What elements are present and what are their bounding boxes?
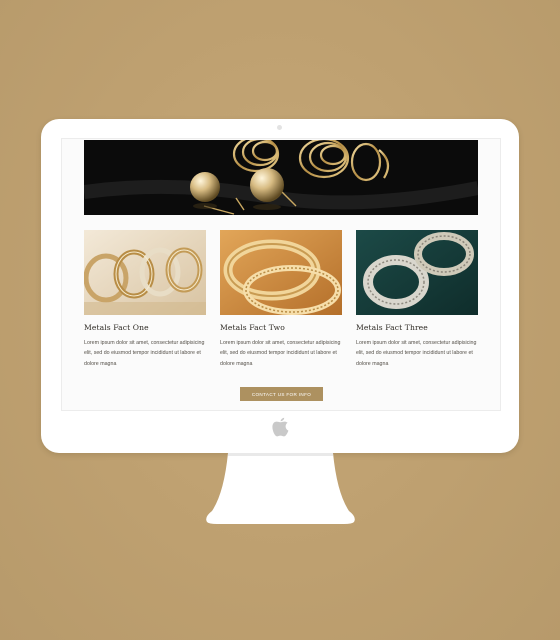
silver-rings-image [356, 230, 478, 315]
gold-earrings-icon [84, 140, 478, 215]
contact-us-button[interactable]: CONTACT US FOR INFO [240, 387, 323, 401]
gold-rings-image [84, 230, 206, 315]
gold-bangles-image [220, 230, 342, 315]
metals-fact-card-1: Metals Fact One Lorem ipsum dolor sit am… [84, 230, 206, 369]
metals-fact-card-3: Metals Fact Three Lorem ipsum dolor sit … [356, 230, 478, 369]
card-text: Lorem ipsum dolor sit amet, consectetur … [84, 340, 205, 367]
monitor-screen: Metals Fact One Lorem ipsum dolor sit am… [61, 138, 501, 411]
card-title: Metals Fact One [84, 323, 149, 332]
metals-fact-card-2: Metals Fact Two Lorem ipsum dolor sit am… [220, 230, 342, 369]
hero-banner-image [84, 140, 478, 215]
card-text: Lorem ipsum dolor sit amet, consectetur … [356, 340, 477, 367]
card-title: Metals Fact Two [220, 323, 285, 332]
webcam-icon [277, 125, 282, 130]
card-title: Metals Fact Three [356, 323, 428, 332]
apple-logo-icon [272, 417, 289, 437]
monitor-stand [206, 453, 355, 524]
card-text: Lorem ipsum dolor sit amet, consectetur … [220, 340, 341, 367]
